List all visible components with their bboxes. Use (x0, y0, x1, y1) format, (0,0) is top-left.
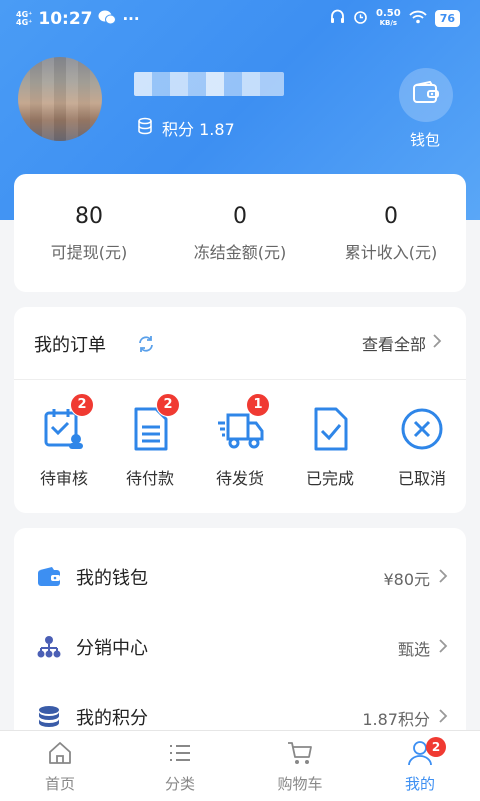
wallet-label[interactable]: 钱包 (410, 129, 440, 150)
menu-value-text: ¥80元 (383, 570, 430, 589)
alarm-icon (353, 9, 368, 28)
cancel-circle-icon (398, 408, 446, 457)
orders-title: 我的订单 (34, 335, 106, 356)
wifi-icon (409, 10, 427, 28)
order-status-cancelled[interactable]: 已取消 (382, 405, 462, 489)
menu-value-text: 甄选 (397, 640, 430, 659)
divider (14, 379, 466, 380)
tab-label: 首页 (44, 775, 75, 793)
stat-value: 0 (384, 204, 398, 229)
bottom-tab-bar: 首页 分类 购物车 2 我的 (0, 730, 480, 801)
tab-home[interactable]: 首页 (10, 739, 110, 794)
orders-card: 我的订单 查看全部 2 待审核 2 待付款 1 待发货 已完成 已取消 (14, 307, 466, 513)
tab-label: 购物车 (277, 775, 323, 793)
view-all-label: 查看全部 (361, 335, 426, 354)
menu-item-value: ¥80元 (383, 566, 448, 590)
tab-category[interactable]: 分类 (130, 739, 230, 794)
order-status-label: 待审核 (39, 469, 88, 488)
review-icon (40, 409, 88, 457)
network-indicator: 4G⁺ 4G⁺ (16, 10, 33, 27)
list-icon (166, 745, 194, 771)
order-status-pending-review[interactable]: 2 待审核 (24, 393, 104, 489)
status-time: 10:27 (38, 9, 93, 29)
order-status-label: 待发货 (215, 469, 264, 488)
wechat-icon (98, 10, 117, 29)
tab-mine[interactable]: 2 我的 (370, 737, 470, 794)
menu-value-text: 1.87积分 (362, 710, 430, 729)
stat-value: 80 (75, 204, 103, 229)
order-status-pending-shipment[interactable]: 1 待发货 (200, 393, 280, 489)
menu-item-value: 甄选 (398, 636, 448, 660)
tab-cart[interactable]: 购物车 (250, 739, 350, 794)
chevron-right-icon (438, 708, 448, 728)
menu-item-my-wallet[interactable]: 我的钱包 ¥80元 (14, 542, 466, 612)
wallet-button[interactable] (399, 68, 453, 122)
coins-icon (136, 117, 154, 139)
menu-item-label: 我的钱包 (76, 568, 148, 589)
speed-value: 0.50 (376, 8, 401, 19)
stat-label: 可提现(元) (50, 243, 128, 262)
tab-label: 我的 (404, 775, 435, 793)
completed-check-icon (306, 407, 354, 457)
stat-total-income[interactable]: 0 累计收入(元) (316, 204, 466, 263)
order-status-label: 已完成 (305, 469, 354, 488)
stat-label: 冻结金额(元) (193, 243, 287, 262)
menu-item-distribution-center[interactable]: 分销中心 甄选 (14, 612, 466, 682)
stat-value: 0 (233, 204, 247, 229)
more-notifications: ··· (122, 10, 140, 28)
coins-stack-icon (36, 704, 62, 730)
balance-stats-card: 80 可提现(元) 0 冻结金额(元) 0 累计收入(元) (14, 174, 466, 292)
tab-count-badge: 2 (426, 737, 446, 757)
chevron-right-icon (438, 638, 448, 658)
order-status-pending-payment[interactable]: 2 待付款 (110, 393, 190, 489)
refresh-icon[interactable] (136, 334, 156, 358)
count-badge: 2 (70, 393, 94, 417)
status-bar: 4G⁺ 4G⁺ 10:27 ··· 0.50 KB/s 76 (0, 0, 480, 38)
wallet-icon (36, 564, 62, 590)
menu-item-label: 分销中心 (76, 638, 148, 659)
speed-unit: KB/s (379, 19, 398, 27)
avatar[interactable] (18, 57, 102, 141)
menu-item-value: 1.87积分 (362, 706, 448, 730)
order-status-completed[interactable]: 已完成 (290, 405, 370, 489)
wallet-header-icon (412, 80, 440, 109)
order-status-label: 待付款 (125, 469, 174, 488)
count-badge: 2 (156, 393, 180, 417)
menu-item-label: 我的积分 (76, 708, 148, 729)
network-speed: 0.50 KB/s (376, 9, 401, 28)
cart-icon (286, 742, 314, 771)
count-badge: 1 (246, 393, 270, 417)
stat-label: 累计收入(元) (344, 243, 438, 262)
view-all-orders-link[interactable]: 查看全部 (362, 331, 442, 355)
chevron-right-icon (438, 568, 448, 588)
headphones-icon (330, 9, 345, 28)
org-chart-icon (36, 634, 62, 660)
battery-indicator: 76 (434, 10, 460, 27)
blurred-phone-number (134, 72, 284, 96)
order-status-label: 已取消 (397, 469, 446, 488)
points-summary[interactable]: 积分 1.87 (136, 116, 235, 140)
chevron-right-icon (432, 333, 442, 353)
stat-withdrawable[interactable]: 80 可提现(元) (14, 204, 164, 263)
home-icon (46, 742, 74, 771)
stat-frozen[interactable]: 0 冻结金额(元) (165, 204, 315, 263)
points-label: 积分 1.87 (162, 120, 235, 139)
payment-doc-icon (126, 407, 174, 457)
truck-icon (216, 413, 264, 457)
tab-label: 分类 (164, 775, 195, 793)
